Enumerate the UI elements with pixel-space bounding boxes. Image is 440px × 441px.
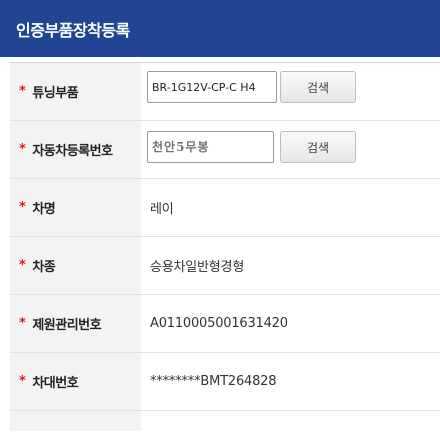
spec-number-label: * 제원관리번호 (10, 295, 141, 352)
plate-number-search-button[interactable]: 검색 (280, 131, 356, 163)
required-mark: * (19, 258, 26, 273)
required-mark: * (19, 316, 26, 331)
tuning-part-search-button[interactable]: 검색 (280, 71, 356, 103)
spec-number-value: A0110005001631420 (150, 316, 288, 331)
row-car-name: * 차명 레이 (10, 179, 440, 237)
page-header: 인증부품장착등록 (0, 0, 440, 57)
row-vin: * 차대번호 ********BMT264828 (10, 353, 440, 411)
plate-number-input[interactable]: 천안5무봉 (147, 131, 274, 163)
car-type-value: 승용차일반형경형 (150, 260, 245, 275)
vin-label: * 차대번호 (10, 353, 141, 410)
row-spec-number: * 제원관리번호 A0110005001631420 (10, 295, 440, 353)
required-mark: * (19, 142, 26, 157)
car-name-label: * 차명 (10, 179, 141, 236)
tuning-part-input[interactable]: BR-1G12V-CP-C H4 (147, 71, 277, 103)
vin-value: ********BMT264828 (150, 374, 277, 389)
required-mark: * (19, 374, 26, 389)
row-car-type: * 차종 승용차일반형경형 (10, 237, 440, 295)
car-type-label: * 차종 (10, 237, 141, 294)
required-mark: * (19, 200, 26, 215)
page-title: 인증부품장착등록 (16, 20, 130, 40)
row-tuning-part: * 튜닝부품 BR-1G12V-CP-C H4 검색 (10, 63, 440, 121)
next-row-stub (10, 411, 141, 431)
row-plate-number: * 자동차등록번호 천안5무봉 검색 (10, 121, 440, 179)
tuning-part-label: * 튜닝부품 (10, 63, 141, 120)
plate-number-label: * 자동차등록번호 (10, 121, 141, 178)
obscured-plate-text: 천안5무봉 (152, 140, 210, 154)
registration-form: * 튜닝부품 BR-1G12V-CP-C H4 검색 * 자동차등록번호 천안5… (10, 62, 440, 441)
required-mark: * (19, 84, 26, 99)
car-name-value: 레이 (150, 202, 174, 217)
